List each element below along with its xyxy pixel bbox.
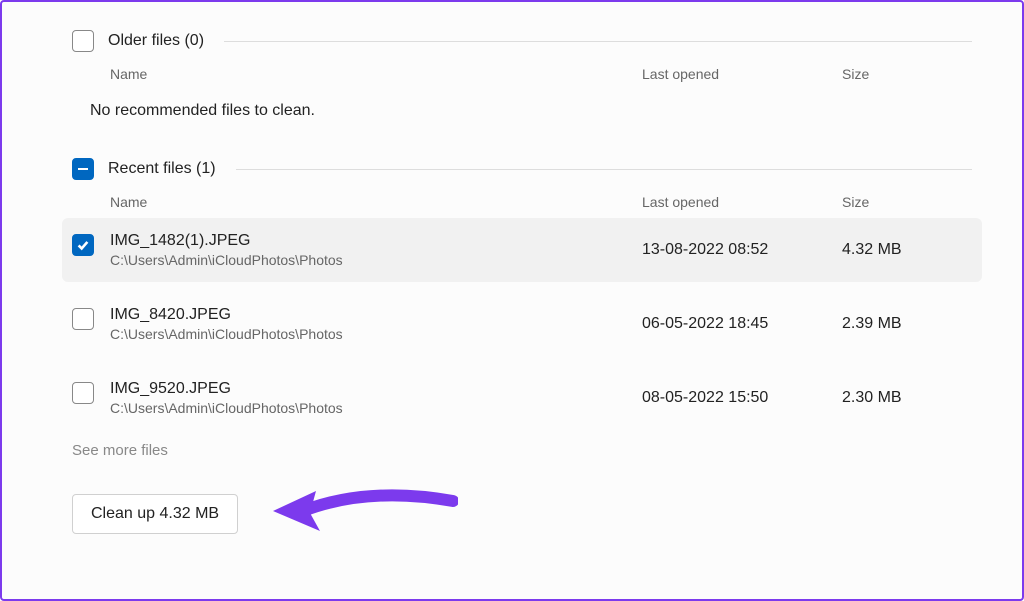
file-last-opened: 13-08-2022 08:52 [642,241,842,259]
recent-columns: Name Last opened Size [72,180,972,218]
divider [236,169,972,170]
check-icon [76,238,90,252]
see-more-link[interactable]: See more files [72,430,972,481]
file-row[interactable]: IMG_8420.JPEG C:\Users\Admin\iCloudPhoto… [62,292,982,356]
recent-files-title: Recent files (1) [108,160,216,178]
col-last-opened: Last opened [642,66,842,82]
file-row[interactable]: IMG_9520.JPEG C:\Users\Admin\iCloudPhoto… [62,366,982,430]
recent-files-header: Recent files (1) [72,158,972,180]
col-last-opened: Last opened [642,194,842,210]
file-size: 4.32 MB [842,241,972,259]
divider [224,41,972,42]
col-name: Name [110,194,642,210]
older-empty-message: No recommended files to clean. [72,90,972,150]
clean-up-button[interactable]: Clean up 4.32 MB [72,494,238,534]
older-files-title: Older files (0) [108,32,204,50]
col-size: Size [842,66,972,82]
older-files-checkbox[interactable] [72,30,94,52]
file-name: IMG_9520.JPEG [110,380,642,398]
file-name: IMG_8420.JPEG [110,306,642,324]
file-size: 2.30 MB [842,389,972,407]
file-path: C:\Users\Admin\iCloudPhotos\Photos [110,326,642,342]
arrow-annotation-icon [268,481,458,546]
older-columns: Name Last opened Size [72,52,972,90]
file-path: C:\Users\Admin\iCloudPhotos\Photos [110,252,642,268]
file-checkbox[interactable] [72,308,94,330]
col-name: Name [110,66,642,82]
file-checkbox[interactable] [72,382,94,404]
file-last-opened: 06-05-2022 18:45 [642,315,842,333]
older-files-header: Older files (0) [72,30,972,52]
file-name: IMG_1482(1).JPEG [110,232,642,250]
recent-files-checkbox[interactable] [72,158,94,180]
file-row[interactable]: IMG_1482(1).JPEG C:\Users\Admin\iCloudPh… [62,218,982,282]
file-checkbox[interactable] [72,234,94,256]
file-size: 2.39 MB [842,315,972,333]
file-last-opened: 08-05-2022 15:50 [642,389,842,407]
col-size: Size [842,194,972,210]
file-path: C:\Users\Admin\iCloudPhotos\Photos [110,400,642,416]
